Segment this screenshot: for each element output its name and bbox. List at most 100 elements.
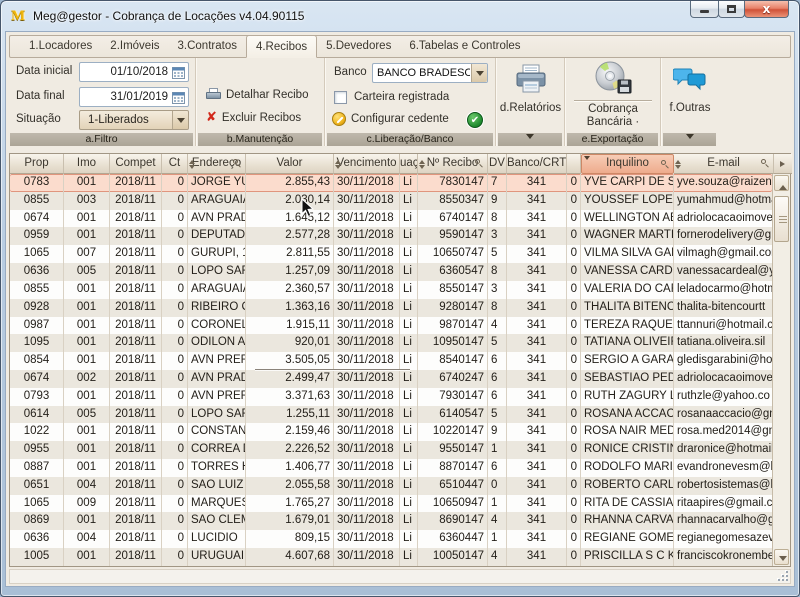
cell-compet[interactable]: 2018/11 xyxy=(110,459,162,477)
cell-situacao[interactable]: Li xyxy=(400,317,418,335)
cell-recibo[interactable]: 10650747 xyxy=(418,245,488,263)
banco-select[interactable]: BANCO BRADESCO S xyxy=(372,63,488,83)
cell-prop[interactable]: 0636 xyxy=(10,530,64,548)
cell-prop[interactable]: 1095 xyxy=(10,334,64,352)
cell-email[interactable]: franciscokronembe xyxy=(674,548,772,566)
search-icon[interactable] xyxy=(761,159,770,168)
cell-crt[interactable]: 0 xyxy=(567,370,581,388)
cell-dv[interactable]: 1 xyxy=(488,495,507,513)
cell-vencimento[interactable]: 30/11/2018 xyxy=(334,388,400,406)
cell-valor[interactable]: 1.406,77 xyxy=(246,459,334,477)
cell-vencimento[interactable]: 30/11/2018 xyxy=(334,370,400,388)
table-row[interactable]: 10220012018/110CONSTANT2.159,4630/11/201… xyxy=(10,423,772,441)
cell-vencimento[interactable]: 30/11/2018 xyxy=(334,406,400,424)
cell-inquilino[interactable]: WELLINGTON ABE xyxy=(581,210,674,228)
cell-imo[interactable]: 001 xyxy=(64,459,110,477)
cell-prop[interactable]: 0674 xyxy=(10,370,64,388)
table-row[interactable]: 10650092018/110MARQUES1.765,2730/11/2018… xyxy=(10,495,772,513)
cell-situacao[interactable]: Li xyxy=(400,548,418,566)
col-header-imo[interactable]: Imo xyxy=(64,154,110,174)
cell-banco_crt[interactable]: 341 xyxy=(507,192,567,210)
cell-endereco[interactable]: RIBEIRO C xyxy=(188,299,246,317)
cell-crt[interactable]: 0 xyxy=(567,548,581,566)
col-header-prop[interactable]: Prop xyxy=(10,154,64,174)
cell-ct[interactable]: 0 xyxy=(162,530,188,548)
cell-email[interactable]: ttannuri@hotmail.c xyxy=(674,317,772,335)
tab-recibos[interactable]: 4.Recibos xyxy=(246,35,317,58)
cell-inquilino[interactable]: VANESSA CARDEAL xyxy=(581,263,674,281)
header-more-icon[interactable] xyxy=(774,154,792,174)
cell-prop[interactable]: 1005 xyxy=(10,548,64,566)
cell-endereco[interactable]: SAO LUIZ xyxy=(188,477,246,495)
cell-compet[interactable]: 2018/11 xyxy=(110,370,162,388)
table-row[interactable]: 08870012018/110TORRES H1.406,7730/11/201… xyxy=(10,459,772,477)
cell-valor[interactable]: 2.159,46 xyxy=(246,423,334,441)
cell-banco_crt[interactable]: 341 xyxy=(507,263,567,281)
table-row[interactable]: 07830012018/110JORGE YU2.855,4330/11/201… xyxy=(10,174,772,192)
cell-email[interactable]: tatiana.oliveira.sil xyxy=(674,334,772,352)
cell-compet[interactable]: 2018/11 xyxy=(110,192,162,210)
cell-dv[interactable]: 4 xyxy=(488,548,507,566)
cell-prop[interactable]: 0854 xyxy=(10,352,64,370)
cell-valor[interactable]: 1.765,27 xyxy=(246,495,334,513)
cell-banco_crt[interactable]: 341 xyxy=(507,477,567,495)
cell-endereco[interactable]: CORONEL xyxy=(188,317,246,335)
cell-imo[interactable]: 002 xyxy=(64,370,110,388)
cell-prop[interactable]: 1022 xyxy=(10,423,64,441)
cell-dv[interactable]: 6 xyxy=(488,388,507,406)
cell-endereco[interactable]: AVN PREF xyxy=(188,352,246,370)
cell-dv[interactable]: 9 xyxy=(488,192,507,210)
col-header-situacao[interactable]: uaç xyxy=(400,154,418,174)
cell-dv[interactable]: 1 xyxy=(488,441,507,459)
cell-valor[interactable]: 2.855,43 xyxy=(246,174,334,192)
cell-endereco[interactable]: URUGUAI. xyxy=(188,548,246,566)
cell-inquilino[interactable]: PRISCILLA S C KRO xyxy=(581,548,674,566)
col-header-endereco[interactable]: Endereço xyxy=(188,154,246,174)
cell-dv[interactable]: 9 xyxy=(488,423,507,441)
cell-endereco[interactable]: MARQUES xyxy=(188,495,246,513)
cell-crt[interactable]: 0 xyxy=(567,530,581,548)
table-row[interactable]: 10950012018/110ODILON A920,0130/11/2018L… xyxy=(10,334,772,352)
cell-crt[interactable]: 0 xyxy=(567,459,581,477)
cell-crt[interactable]: 0 xyxy=(567,334,581,352)
table-row[interactable]: 06140052018/110LOPO SAR1.255,1130/11/201… xyxy=(10,406,772,424)
table-row[interactable]: 06740012018/110AVN PRAD1.645,1230/11/201… xyxy=(10,210,772,228)
title-bar[interactable]: M Meg@gestor - Cobrança de Locações v4.0… xyxy=(1,1,799,31)
cell-endereco[interactable]: SAO CLEM xyxy=(188,512,246,530)
tab-contratos[interactable]: 3.Contratos xyxy=(169,36,246,57)
cell-situacao[interactable]: Li xyxy=(400,174,418,192)
cell-vencimento[interactable]: 30/11/2018 xyxy=(334,227,400,245)
cell-imo[interactable]: 004 xyxy=(64,530,110,548)
cell-valor[interactable]: 1.915,11 xyxy=(246,317,334,335)
cell-vencimento[interactable]: 30/11/2018 xyxy=(334,245,400,263)
cell-ct[interactable]: 0 xyxy=(162,512,188,530)
cell-valor[interactable]: 920,01 xyxy=(246,334,334,352)
cell-inquilino[interactable]: ROSA NAIR MEDEI xyxy=(581,423,674,441)
cell-vencimento[interactable]: 30/11/2018 xyxy=(334,281,400,299)
cell-email[interactable]: leladocarmo@hotm xyxy=(674,281,772,299)
cell-ct[interactable]: 0 xyxy=(162,406,188,424)
cell-vencimento[interactable]: 30/11/2018 xyxy=(334,423,400,441)
cell-situacao[interactable]: Li xyxy=(400,299,418,317)
cell-situacao[interactable]: Li xyxy=(400,192,418,210)
cell-recibo[interactable]: 9590147 xyxy=(418,227,488,245)
cell-ct[interactable]: 0 xyxy=(162,477,188,495)
cell-crt[interactable]: 0 xyxy=(567,227,581,245)
cell-imo[interactable]: 001 xyxy=(64,441,110,459)
cell-vencimento[interactable]: 30/11/2018 xyxy=(334,477,400,495)
tab-locadores[interactable]: 1.Locadores xyxy=(20,36,101,57)
table-row[interactable]: 10050012018/110URUGUAI.4.607,6830/11/201… xyxy=(10,548,772,566)
cell-valor[interactable]: 1.679,01 xyxy=(246,512,334,530)
cell-imo[interactable]: 001 xyxy=(64,227,110,245)
cell-banco_crt[interactable]: 341 xyxy=(507,512,567,530)
search-icon[interactable] xyxy=(233,159,242,168)
cell-situacao[interactable]: Li xyxy=(400,370,418,388)
cell-valor[interactable]: 1.363,16 xyxy=(246,299,334,317)
cell-vencimento[interactable]: 30/11/2018 xyxy=(334,192,400,210)
cell-compet[interactable]: 2018/11 xyxy=(110,441,162,459)
cell-inquilino[interactable]: THALITA BITENCO xyxy=(581,299,674,317)
cell-banco_crt[interactable]: 341 xyxy=(507,548,567,566)
cell-imo[interactable]: 001 xyxy=(64,334,110,352)
cell-prop[interactable]: 0959 xyxy=(10,227,64,245)
cell-imo[interactable]: 005 xyxy=(64,263,110,281)
